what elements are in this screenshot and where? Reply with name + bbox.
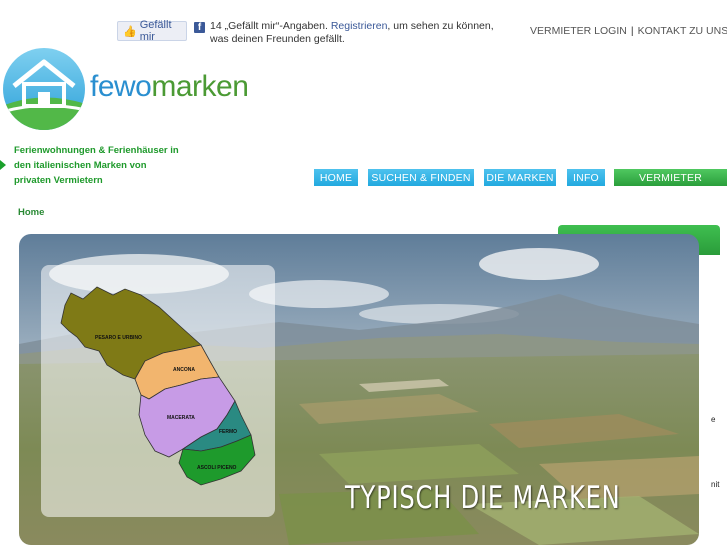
tagline: Ferienwohnungen & Ferienhäuser in den it… [14,145,179,186]
breadcrumb[interactable]: Home [18,207,44,218]
kontakt-link[interactable]: KONTAKT ZU UNS [638,25,727,37]
hero-caption: TYPISCH DIE MARKEN [345,480,621,516]
nav-die-marken[interactable]: DIE MARKEN [484,169,556,186]
label-ascoli: ASCOLI PICENO [197,465,237,471]
tagline-arrow-icon [0,160,6,170]
top-links: VERMIETER LOGIN | KONTAKT ZU UNS [530,25,727,37]
label-macerata: MACERATA [167,415,195,421]
sidebar-text-fragment-2: nit [711,480,720,489]
region-map-panel: PESARO E URBINO ANCONA MACERATA FERMO AS… [41,265,275,517]
logo-part-fewo: fewo [90,70,152,103]
vermieter-login-link[interactable]: VERMIETER LOGIN [530,25,627,37]
nav-vermieter[interactable]: VERMIETER [614,169,727,186]
label-pesaro: PESARO E URBINO [95,335,142,341]
logo-emblem[interactable] [2,46,86,132]
top-links-separator: | [630,25,634,37]
sidebar-text-fragment: e [711,415,716,424]
marche-region-map: PESARO E URBINO ANCONA MACERATA FERMO AS… [60,286,256,486]
facebook-register-link[interactable]: Registrieren [331,20,388,32]
logo-part-marken: marken [151,70,249,103]
facebook-f-icon: f [194,22,205,33]
thumbs-up-icon: 👍 [123,25,137,38]
label-ancona: ANCONA [173,367,195,373]
nav-info[interactable]: INFO [567,169,605,186]
logo-wordmark[interactable]: fewomarken [90,70,249,104]
label-fermo: FERMO [219,429,237,435]
nav-home[interactable]: HOME [314,169,358,186]
facebook-like-button[interactable]: 👍 Gefällt mir [117,19,187,43]
facebook-like-count: 14 „Gefällt mir“-Angaben. [210,20,328,32]
facebook-like-text: 14 „Gefällt mir“-Angaben. Registrieren, … [210,20,510,46]
facebook-like-label: Gefällt mir [139,19,172,43]
house-logo-icon [3,48,85,130]
nav-suchen-finden[interactable]: SUCHEN & FINDEN [368,169,474,186]
